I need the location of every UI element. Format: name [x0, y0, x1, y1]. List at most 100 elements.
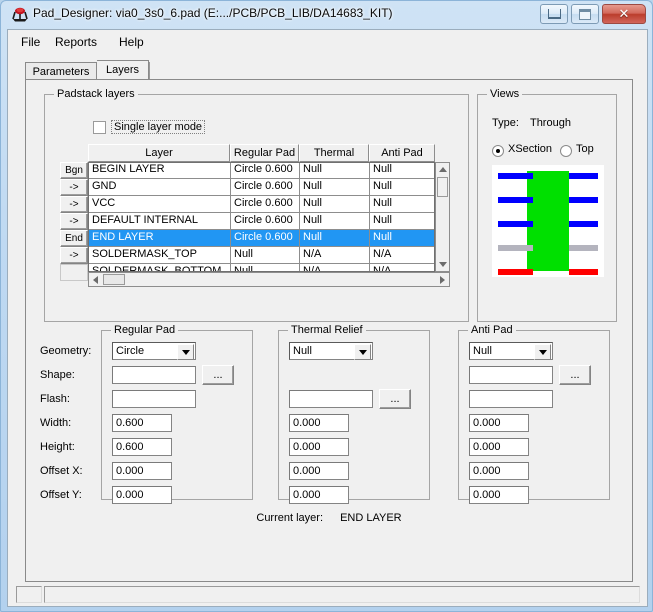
table-row[interactable]: BEGIN LAYER Circle 0.600 Null Null [89, 163, 434, 179]
vertical-scroll-thumb[interactable] [437, 177, 448, 197]
row-button-0[interactable]: Bgn [60, 162, 88, 179]
xsection-layer-bar [569, 245, 598, 251]
horizontal-scrollbar[interactable] [88, 272, 450, 287]
scroll-down-icon[interactable] [436, 258, 449, 271]
cell-regular_pad[interactable]: Circle 0.600 [231, 196, 300, 213]
menu-reports[interactable]: Reports [48, 33, 104, 51]
table-row[interactable]: SOLDERMASK_TOP Null N/A N/A [89, 247, 434, 264]
single-layer-mode-label[interactable]: Single layer mode [111, 120, 206, 134]
cell-anti_pad[interactable]: Null [370, 230, 434, 247]
cell-thermal_relief[interactable]: Null [300, 230, 370, 247]
anti-pad-shape-input[interactable] [469, 366, 553, 384]
cell-thermal_relief[interactable]: N/A [300, 264, 370, 271]
xsection-layer-bar [569, 221, 598, 227]
tab-parameters[interactable]: Parameters [25, 62, 97, 80]
cell-thermal_relief[interactable]: Null [300, 196, 370, 213]
anti-pad-shape-browse-button[interactable]: ... [559, 365, 591, 385]
cell-regular_pad[interactable]: Circle 0.600 [231, 213, 300, 230]
chevron-down-icon[interactable] [177, 344, 194, 360]
cell-regular_pad[interactable]: Circle 0.600 [231, 179, 300, 196]
cell-layer[interactable]: SOLDERMASK_TOP [89, 247, 231, 264]
cell-layer[interactable]: SOLDERMASK_BOTTOM [89, 264, 231, 271]
column-header-anti-pad[interactable]: Anti Pad [369, 144, 435, 162]
vertical-scrollbar[interactable] [435, 162, 450, 272]
cell-anti_pad[interactable]: N/A [370, 247, 434, 264]
cell-layer[interactable]: BEGIN LAYER [89, 163, 231, 179]
xsection-layer-bar [498, 269, 533, 275]
cell-anti_pad[interactable]: Null [370, 213, 434, 230]
cell-anti_pad[interactable]: N/A [370, 264, 434, 271]
thermal-relief-shape-browse-button[interactable]: ... [379, 389, 411, 409]
cell-regular_pad[interactable]: Circle 0.600 [231, 230, 300, 247]
scroll-up-icon[interactable] [436, 163, 449, 176]
thermal-relief-geometry-combo[interactable]: Null [289, 342, 373, 360]
cell-regular_pad[interactable]: Circle 0.600 [231, 163, 300, 179]
thermal-relief-offset-y-input[interactable]: 0.000 [289, 486, 349, 504]
anti-pad-offset-x-input[interactable]: 0.000 [469, 462, 529, 480]
thermal-relief-width-input[interactable]: 0.000 [289, 414, 349, 432]
thermal-relief-shape-input[interactable] [289, 390, 373, 408]
row-button-4[interactable]: End [60, 230, 88, 247]
anti-pad-flash-input[interactable] [469, 390, 553, 408]
cell-anti_pad[interactable]: Null [370, 163, 434, 179]
cell-layer[interactable]: GND [89, 179, 231, 196]
row-button-3[interactable]: -> [60, 213, 88, 230]
regular-pad-flash-input[interactable] [112, 390, 196, 408]
views-group: Views Type: Through XSection Top [477, 88, 617, 322]
cell-regular_pad[interactable]: Null [231, 247, 300, 264]
column-header-regular-pad[interactable]: Regular Pad [230, 144, 299, 162]
column-header-layer[interactable]: Layer [88, 144, 230, 162]
cell-thermal_relief[interactable]: Null [300, 179, 370, 196]
cell-layer[interactable]: END LAYER [89, 230, 231, 247]
menu-file[interactable]: File [14, 33, 47, 51]
cell-regular_pad[interactable]: Null [231, 264, 300, 271]
cell-thermal_relief[interactable]: Null [300, 213, 370, 230]
anti-pad-group-label: Anti Pad [468, 324, 516, 336]
chevron-down-icon[interactable] [354, 344, 371, 360]
scroll-left-icon[interactable] [89, 273, 102, 286]
cell-anti_pad[interactable]: Null [370, 196, 434, 213]
scroll-right-icon[interactable] [436, 273, 449, 286]
maximize-button[interactable] [571, 4, 599, 24]
table-row[interactable]: VCC Circle 0.600 Null Null [89, 196, 434, 213]
regular-pad-width-input[interactable]: 0.600 [112, 414, 172, 432]
anti-pad-width-input[interactable]: 0.000 [469, 414, 529, 432]
regular-pad-shape-input[interactable] [112, 366, 196, 384]
cell-layer[interactable]: VCC [89, 196, 231, 213]
minimize-button[interactable] [540, 4, 568, 24]
close-button[interactable]: ✕ [602, 4, 646, 24]
chevron-down-icon[interactable] [534, 344, 551, 360]
cell-thermal_relief[interactable]: Null [300, 163, 370, 179]
thermal-relief-offset-x-input[interactable]: 0.000 [289, 462, 349, 480]
row-button-5[interactable]: -> [60, 247, 88, 264]
cell-layer[interactable]: DEFAULT INTERNAL [89, 213, 231, 230]
current-layer-label: Current layer: [256, 512, 324, 524]
anti-pad-offset-y-input[interactable]: 0.000 [469, 486, 529, 504]
cell-anti_pad[interactable]: Null [370, 179, 434, 196]
column-header-thermal-relief[interactable]: Thermal Relief [299, 144, 369, 175]
single-layer-mode-checkbox[interactable] [93, 121, 106, 134]
anti-pad-height-input[interactable]: 0.000 [469, 438, 529, 456]
horizontal-scroll-thumb[interactable] [103, 274, 125, 285]
radio-xsection[interactable] [492, 145, 504, 157]
regular-pad-offset-x-input[interactable]: 0.000 [112, 462, 172, 480]
cell-thermal_relief[interactable]: N/A [300, 247, 370, 264]
radio-top[interactable] [560, 145, 572, 157]
radio-top-label[interactable]: Top [576, 143, 594, 155]
thermal-relief-height-input[interactable]: 0.000 [289, 438, 349, 456]
table-row[interactable]: END LAYER Circle 0.600 Null Null [89, 230, 434, 247]
table-row[interactable]: GND Circle 0.600 Null Null [89, 179, 434, 196]
anti-pad-geometry-combo[interactable]: Null [469, 342, 553, 360]
tab-layers[interactable]: Layers [97, 60, 149, 80]
regular-pad-shape-browse-button[interactable]: ... [202, 365, 234, 385]
radio-xsection-label[interactable]: XSection [508, 143, 552, 155]
menu-help[interactable]: Help [112, 33, 151, 51]
regular-pad-geometry-combo[interactable]: Circle [112, 342, 196, 360]
row-button-1[interactable]: -> [60, 179, 88, 196]
table-row[interactable]: SOLDERMASK_BOTTOM Null N/A N/A [89, 264, 434, 271]
regular-pad-height-input[interactable]: 0.600 [112, 438, 172, 456]
views-group-label: Views [487, 88, 523, 100]
table-row[interactable]: DEFAULT INTERNAL Circle 0.600 Null Null [89, 213, 434, 230]
row-button-2[interactable]: -> [60, 196, 88, 213]
regular-pad-offset-y-input[interactable]: 0.000 [112, 486, 172, 504]
